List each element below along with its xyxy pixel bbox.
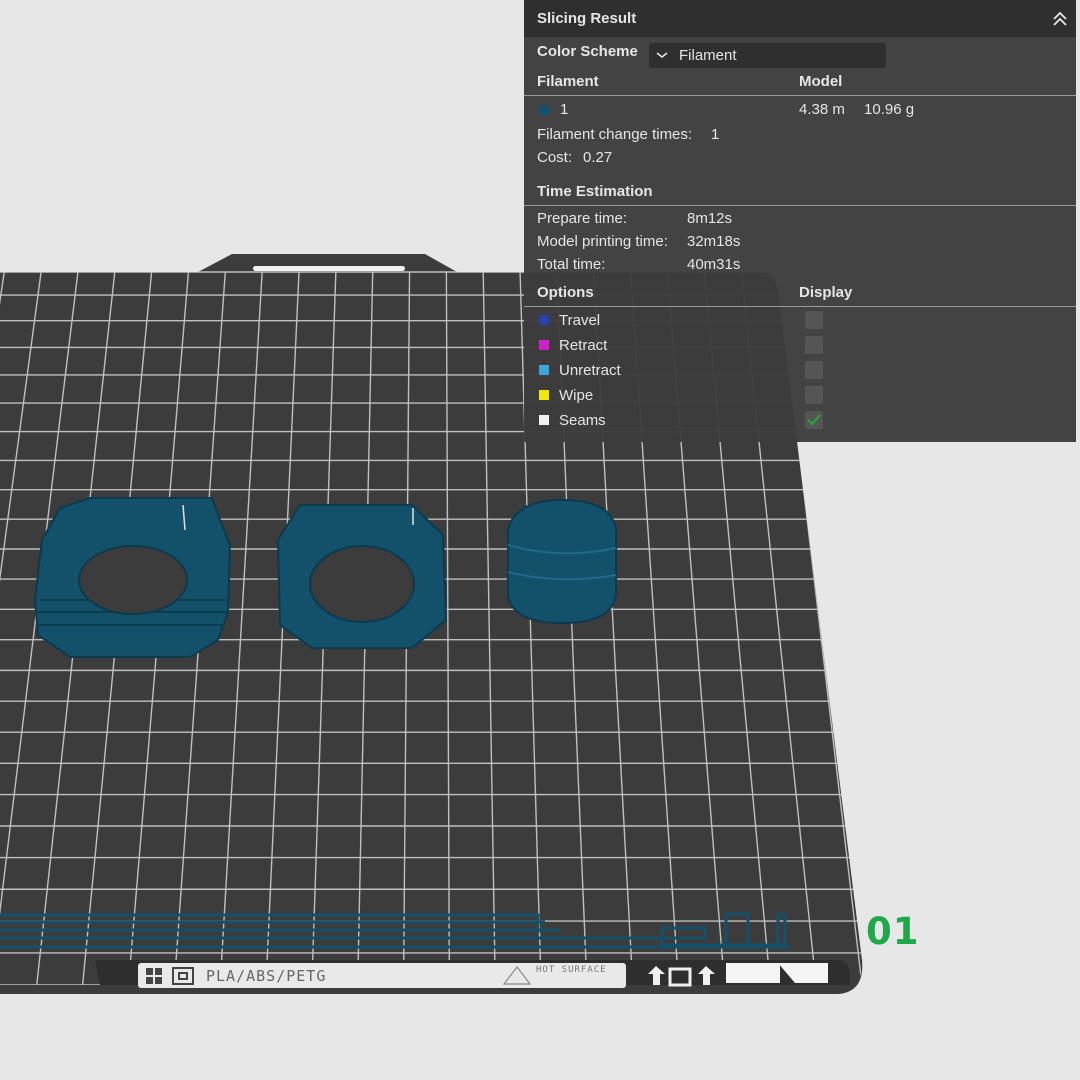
options-header: Options: [537, 284, 594, 301]
filament-header: Filament: [537, 73, 599, 90]
change-times-label: Filament change times:: [537, 126, 693, 143]
color-scheme-label: Color Scheme: [537, 43, 638, 60]
plate-tab-left: [726, 963, 780, 983]
plate-handle: [253, 266, 405, 271]
divider: [524, 205, 1076, 206]
double-chevron-up-icon[interactable]: [1050, 9, 1070, 29]
seams-color-swatch: [539, 415, 549, 425]
model-header: Model: [799, 73, 843, 90]
cost-value: 0.27: [583, 149, 613, 166]
time-estimation-header: Time Estimation: [537, 183, 653, 200]
option-seams-label: Seams: [559, 412, 606, 429]
prepare-time-label: Prepare time:: [537, 210, 628, 227]
panel-title: Slicing Result: [537, 10, 637, 27]
filament-color-swatch: [539, 105, 549, 115]
slicing-result-panel: Slicing Result Color Scheme Filament Fil…: [524, 0, 1076, 442]
option-unretract-checkbox[interactable]: [805, 361, 823, 379]
chevron-down-icon: [656, 52, 668, 59]
total-time-value: 40m31s: [687, 256, 741, 273]
option-travel-checkbox[interactable]: [805, 311, 823, 329]
divider: [524, 306, 1076, 307]
divider: [524, 95, 1076, 96]
wipe-color-swatch: [539, 390, 549, 400]
color-scheme-dropdown[interactable]: Filament: [649, 43, 886, 68]
option-retract-checkbox[interactable]: [805, 336, 823, 354]
travel-color-swatch: [539, 315, 549, 325]
option-travel-label: Travel: [559, 312, 601, 329]
option-unretract-label: Unretract: [559, 362, 621, 379]
option-seams-checkbox[interactable]: [805, 411, 823, 429]
model-printing-time-value: 32m18s: [687, 233, 741, 250]
display-header: Display: [799, 284, 853, 301]
model-printing-time-label: Model printing time:: [537, 233, 668, 250]
hot-surface-warning: HOT SURFACE: [536, 965, 607, 975]
option-wipe-label: Wipe: [559, 387, 594, 404]
cost-label: Cost:: [537, 149, 573, 166]
model-ring-2: [276, 504, 448, 649]
change-times-value: 1: [711, 126, 720, 143]
total-time-label: Total time:: [537, 256, 606, 273]
filament-weight: 10.96 g: [864, 101, 915, 118]
model-ring-1: [33, 497, 232, 658]
panel-header: Slicing Result: [524, 0, 1076, 37]
filament-length: 4.38 m: [799, 101, 845, 118]
retract-color-swatch: [539, 340, 549, 350]
checkmark-icon: [807, 414, 821, 426]
model-cylinder: [507, 498, 617, 625]
option-wipe-checkbox[interactable]: [805, 386, 823, 404]
unretract-color-swatch: [539, 365, 549, 375]
option-retract-label: Retract: [559, 337, 608, 354]
prepare-time-value: 8m12s: [687, 210, 733, 227]
color-scheme-value: Filament: [679, 47, 737, 64]
plate-number-label: 01: [866, 910, 920, 953]
filament-id: 1: [560, 101, 569, 118]
material-label: PLA/ABS/PETG: [206, 967, 327, 985]
